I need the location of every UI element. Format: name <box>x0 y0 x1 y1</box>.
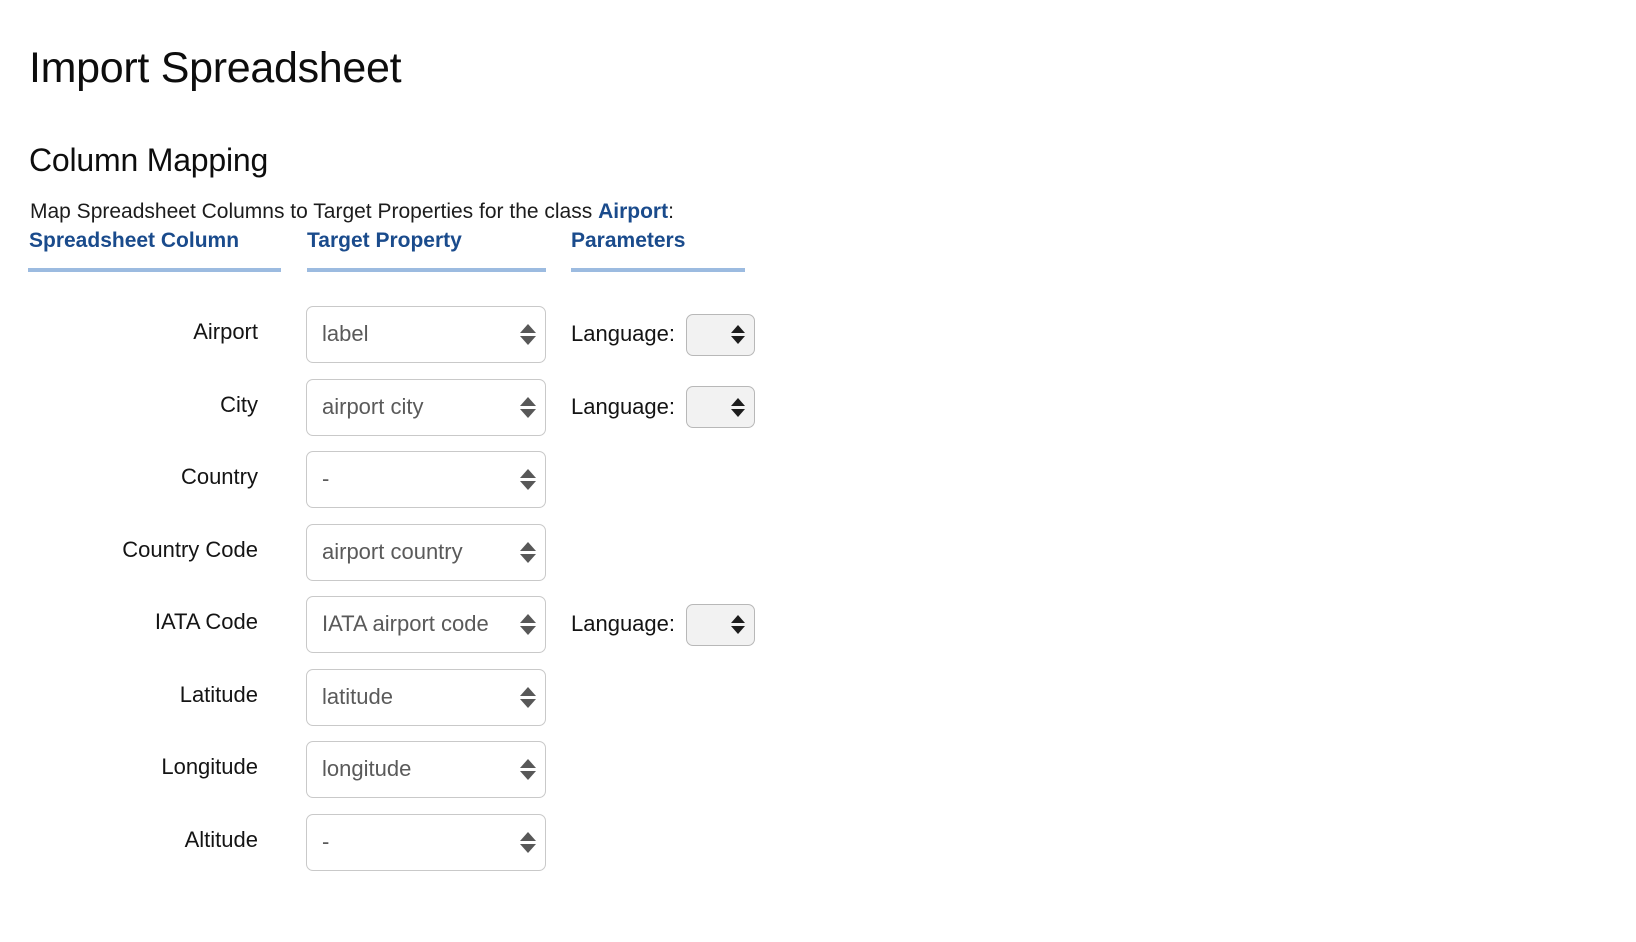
chevron-updown-icon[interactable] <box>519 392 537 422</box>
target-property-select[interactable]: - <box>306 813 546 871</box>
parameters-cell: Language: <box>571 306 755 363</box>
spreadsheet-column-label: City <box>220 391 258 417</box>
column-mapping-description: Map Spreadsheet Columns to Target Proper… <box>30 199 674 224</box>
spreadsheet-column-label: IATA Code <box>154 609 258 634</box>
chevron-updown-icon[interactable] <box>729 394 747 420</box>
target-property-value: - <box>322 466 330 492</box>
column-headers: Spreadsheet Column Target Property Param… <box>0 228 1636 278</box>
target-property-value: latitude <box>322 683 393 709</box>
mapping-row-longitude: Longitude longitude <box>0 741 1636 814</box>
column-header-spreadsheet-column: Spreadsheet Column <box>29 229 240 252</box>
target-property-select[interactable]: longitude <box>306 741 546 798</box>
parameters-cell: Language: <box>571 379 755 436</box>
mapping-row-latitude: Latitude latitude <box>0 668 1636 742</box>
spreadsheet-column-label: Altitude <box>184 826 258 852</box>
column-mapping-rows: Airport label Language: City airport cit… <box>0 306 1636 886</box>
target-property-select[interactable]: label <box>306 306 546 363</box>
column-header-target-property: Target Property <box>307 229 462 252</box>
column-header-parameters: Parameters <box>571 229 686 252</box>
spreadsheet-column-label: Country Code <box>122 536 258 562</box>
target-property-select[interactable]: airport city <box>306 378 546 436</box>
target-class-name: Airport <box>598 200 669 223</box>
spreadsheet-column-label: Longitude <box>161 754 258 779</box>
chevron-updown-icon[interactable] <box>519 610 537 640</box>
target-property-value: airport country <box>322 538 463 564</box>
mapping-row-altitude: Altitude - <box>0 813 1636 887</box>
language-select[interactable] <box>686 313 755 356</box>
spreadsheet-column-label: Airport <box>193 319 258 344</box>
mapping-row-city: City airport city Language: <box>0 378 1636 452</box>
target-property-value: label <box>322 321 369 347</box>
import-spreadsheet-page: Import Spreadsheet Column Mapping Map Sp… <box>0 0 1636 942</box>
parameters-cell: Language: <box>571 596 755 653</box>
column-header-underline-parameters <box>571 268 745 272</box>
mapping-row-iata-code: IATA Code IATA airport code Language: <box>0 596 1636 669</box>
target-property-value: longitude <box>322 756 412 782</box>
language-select[interactable] <box>686 386 755 428</box>
chevron-updown-icon[interactable] <box>729 612 747 638</box>
chevron-updown-icon[interactable] <box>729 322 747 348</box>
target-property-value: airport city <box>322 393 424 419</box>
language-label: Language: <box>571 611 675 637</box>
page-title: Import Spreadsheet <box>29 43 402 92</box>
language-label: Language: <box>571 393 675 419</box>
target-property-value: - <box>322 828 330 854</box>
target-property-select[interactable]: latitude <box>306 668 546 726</box>
mapping-row-country: Country - <box>0 451 1636 524</box>
language-select[interactable] <box>686 603 755 646</box>
chevron-updown-icon[interactable] <box>519 682 537 712</box>
target-property-select[interactable]: - <box>306 451 546 508</box>
mapping-row-country-code: Country Code airport country <box>0 523 1636 597</box>
column-header-underline-spreadsheet <box>28 268 281 272</box>
section-heading-column-mapping: Column Mapping <box>29 141 269 178</box>
chevron-updown-icon[interactable] <box>519 320 537 350</box>
column-header-underline-target <box>307 268 546 272</box>
spreadsheet-column-label: Country <box>180 464 258 489</box>
language-label: Language: <box>571 321 675 347</box>
target-property-select[interactable]: IATA airport code <box>306 596 546 653</box>
chevron-updown-icon[interactable] <box>519 755 537 785</box>
spreadsheet-column-label: Latitude <box>179 681 258 707</box>
target-property-select[interactable]: airport country <box>306 523 546 581</box>
chevron-updown-icon[interactable] <box>519 537 537 567</box>
mapping-row-airport: Airport label Language: <box>0 306 1636 379</box>
chevron-updown-icon[interactable] <box>519 827 537 857</box>
description-suffix: : <box>668 200 674 223</box>
description-prefix: Map Spreadsheet Columns to Target Proper… <box>30 200 599 223</box>
target-property-value: IATA airport code <box>322 611 489 637</box>
chevron-updown-icon[interactable] <box>519 465 537 495</box>
